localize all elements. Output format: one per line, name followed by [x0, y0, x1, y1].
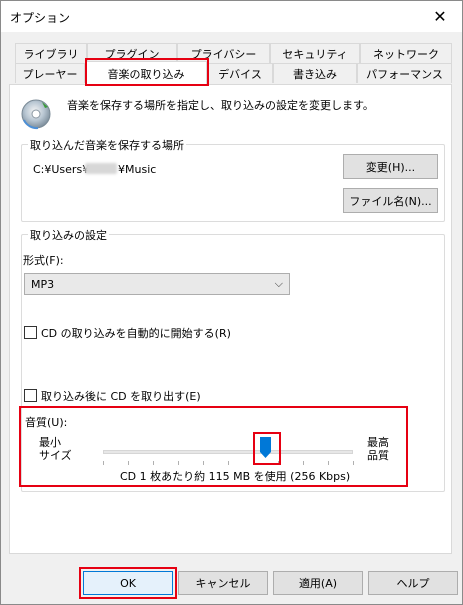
- slider-tick: [253, 461, 254, 465]
- quality-slider-track[interactable]: [103, 450, 353, 454]
- rip-settings-legend: 取り込みの設定: [28, 227, 109, 243]
- auto-rip-label[interactable]: CD の取り込みを自動的に開始する(R): [41, 325, 231, 341]
- apply-button[interactable]: 適用(A): [273, 571, 363, 595]
- slider-tick: [103, 461, 104, 465]
- close-button[interactable]: ✕: [418, 1, 462, 32]
- usage-text: CD 1 枚あたり約 115 MB を使用 (256 Kbps): [120, 470, 351, 483]
- tab-performance[interactable]: パフォーマンス: [357, 63, 452, 83]
- close-icon: ✕: [433, 7, 447, 26]
- location-legend: 取り込んだ音楽を保存する場所: [28, 137, 186, 153]
- quality-slider-thumb[interactable]: [260, 437, 271, 458]
- slider-tick: [128, 461, 129, 465]
- help-button[interactable]: ヘルプ: [368, 571, 458, 595]
- title-bar: オプション ✕: [1, 1, 462, 32]
- tab-library[interactable]: ライブラリ: [15, 43, 87, 63]
- tab-plugins[interactable]: プラグイン: [87, 43, 177, 63]
- slider-tick: [328, 461, 329, 465]
- slider-tick: [178, 461, 179, 465]
- quality-max-label-2: 品質: [367, 449, 389, 462]
- eject-checkbox[interactable]: [24, 389, 37, 402]
- cancel-button[interactable]: キャンセル: [178, 571, 268, 595]
- format-label: 形式(F):: [23, 254, 64, 267]
- slider-tick: [278, 461, 279, 465]
- slider-tick: [203, 461, 204, 465]
- format-value: MP3: [31, 277, 55, 291]
- path-suffix: ¥Music: [118, 163, 157, 176]
- chevron-down-icon: ⌵: [274, 277, 283, 290]
- slider-tick: [153, 461, 154, 465]
- redacted-username: [85, 163, 117, 174]
- quality-min-label-2: サイズ: [39, 449, 72, 462]
- tab-network[interactable]: ネットワーク: [360, 43, 452, 63]
- tab-burn[interactable]: 書き込み: [273, 63, 357, 83]
- tab-devices[interactable]: デバイス: [207, 63, 273, 83]
- tab-player[interactable]: プレーヤー: [15, 63, 85, 83]
- path-prefix: C:¥Users¥: [33, 163, 90, 176]
- ok-button[interactable]: OK: [83, 571, 173, 595]
- slider-tick: [303, 461, 304, 465]
- options-dialog: オプション ✕ ライブラリ プラグイン プライバシー セキュリティ ネットワーク…: [0, 0, 463, 605]
- cd-icon: [21, 99, 51, 130]
- window-title: オプション: [10, 11, 71, 25]
- tab-security[interactable]: セキュリティ: [270, 43, 360, 63]
- tab-rip-music[interactable]: 音楽の取り込み: [85, 61, 207, 85]
- slider-tick: [228, 461, 229, 465]
- auto-rip-checkbox[interactable]: [24, 326, 37, 339]
- eject-label[interactable]: 取り込み後に CD を取り出す(E): [41, 388, 201, 404]
- description-text: 音楽を保存する場所を指定し、取り込みの設定を変更します。: [67, 99, 374, 112]
- quality-label: 音質(U):: [25, 416, 68, 429]
- change-location-button[interactable]: 変更(H)...: [343, 154, 438, 179]
- format-select[interactable]: MP3 ⌵: [24, 273, 290, 295]
- tab-privacy[interactable]: プライバシー: [177, 43, 270, 63]
- filename-button[interactable]: ファイル名(N)...: [343, 188, 438, 213]
- slider-tick: [353, 461, 354, 465]
